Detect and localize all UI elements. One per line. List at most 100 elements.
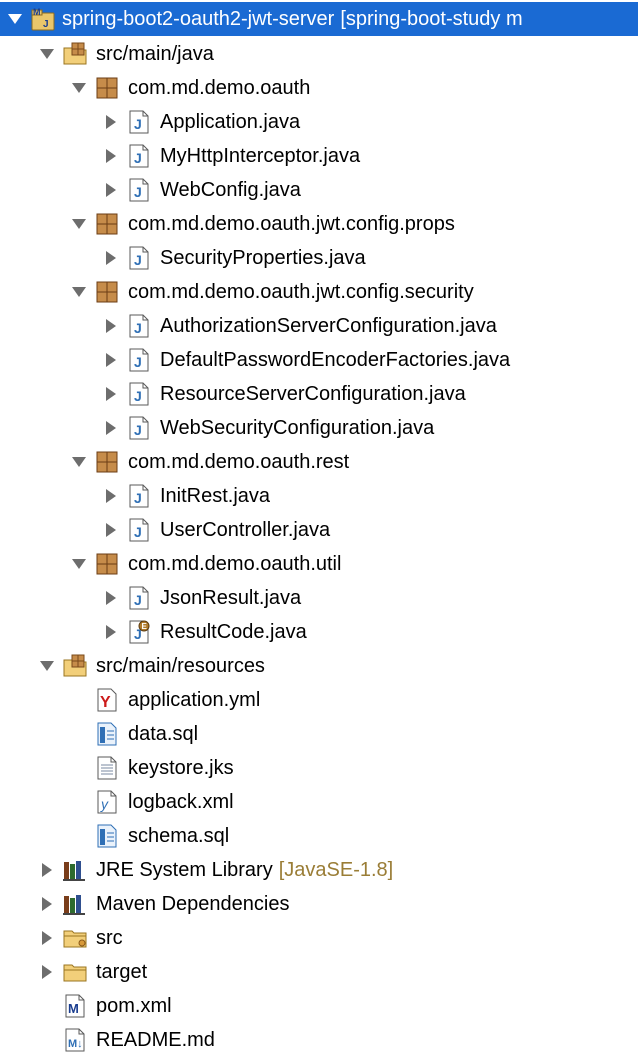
tree-item-resource-file[interactable]: keystore.jks (0, 751, 638, 785)
tree-item-readme-file[interactable]: M↓ README.md (0, 1023, 638, 1057)
collapsed-arrow-icon[interactable] (38, 963, 56, 981)
tree-label: ResultCode.java (160, 621, 307, 643)
svg-text:J: J (134, 592, 142, 608)
collapsed-arrow-icon[interactable] (102, 521, 120, 539)
collapsed-arrow-icon[interactable] (102, 147, 120, 165)
svg-text:J: J (134, 116, 142, 132)
package-icon (94, 210, 120, 238)
tree-item-resource-file[interactable]: y logback.xml (0, 785, 638, 819)
package-icon (94, 74, 120, 102)
expanded-arrow-icon[interactable] (70, 283, 88, 301)
tree-label: src/main/java (96, 43, 214, 65)
tree-label: WebConfig.java (160, 179, 301, 201)
expanded-arrow-icon[interactable] (70, 215, 88, 233)
collapsed-arrow-icon[interactable] (102, 181, 120, 199)
java-file-icon: J (126, 244, 152, 272)
expanded-arrow-icon[interactable] (70, 555, 88, 573)
package-icon (94, 550, 120, 578)
maven-project-icon: M J (30, 5, 56, 33)
tree-item-resource-file[interactable]: Y application.yml (0, 683, 638, 717)
yaml-file-icon: Y (94, 686, 120, 714)
tree-item-project[interactable]: M J spring-boot2-oauth2-jwt-server [sprin… (0, 2, 638, 36)
java-file-icon: J (126, 108, 152, 136)
collapsed-arrow-icon[interactable] (38, 861, 56, 879)
collapsed-arrow-icon[interactable] (38, 895, 56, 913)
collapsed-arrow-icon[interactable] (102, 317, 120, 335)
svg-text:J: J (134, 252, 142, 268)
svg-text:J: J (134, 354, 142, 370)
expanded-arrow-icon[interactable] (70, 79, 88, 97)
tree-label: keystore.jks (128, 757, 234, 779)
java-file-icon: J (126, 516, 152, 544)
tree-label: logback.xml (128, 791, 234, 813)
project-explorer-tree: M J spring-boot2-oauth2-jwt-server [sprin… (0, 0, 638, 1056)
tree-item-jre-library[interactable]: JRE System Library [JavaSE-1.8] (0, 853, 638, 887)
collapsed-arrow-icon[interactable] (102, 623, 120, 641)
collapsed-arrow-icon[interactable] (102, 113, 120, 131)
java-enum-file-icon: J E (126, 618, 152, 646)
java-file-icon: J (126, 142, 152, 170)
tree-item-resource-file[interactable]: schema.sql (0, 819, 638, 853)
tree-item-java-file[interactable]: J WebSecurityConfiguration.java (0, 411, 638, 445)
svg-text:E: E (142, 622, 148, 631)
collapsed-arrow-icon[interactable] (102, 589, 120, 607)
tree-item-maven-dependencies[interactable]: Maven Dependencies (0, 887, 638, 921)
tree-label: com.md.demo.oauth.jwt.config.props (128, 213, 455, 235)
tree-item-src-main-resources[interactable]: src/main/resources (0, 649, 638, 683)
collapsed-arrow-icon[interactable] (102, 385, 120, 403)
svg-text:J: J (134, 150, 142, 166)
collapsed-arrow-icon[interactable] (102, 249, 120, 267)
tree-item-pom-file[interactable]: M pom.xml (0, 989, 638, 1023)
tree-item-resource-file[interactable]: data.sql (0, 717, 638, 751)
svg-text:M↓: M↓ (68, 1038, 83, 1050)
tree-item-java-file[interactable]: J ResourceServerConfiguration.java (0, 377, 638, 411)
tree-item-package[interactable]: com.md.demo.oauth.rest (0, 445, 638, 479)
tree-label: UserController.java (160, 519, 331, 541)
source-folder-icon (62, 40, 88, 68)
expanded-arrow-icon[interactable] (70, 453, 88, 471)
tree-item-java-file[interactable]: J E ResultCode.java (0, 615, 638, 649)
tree-item-java-file[interactable]: J DefaultPasswordEncoderFactories.java (0, 343, 638, 377)
svg-text:y: y (100, 796, 109, 812)
tree-item-package[interactable]: com.md.demo.oauth.jwt.config.security (0, 275, 638, 309)
tree-label: data.sql (128, 723, 199, 745)
tree-item-package[interactable]: com.md.demo.oauth.jwt.config.props (0, 207, 638, 241)
expanded-arrow-icon[interactable] (38, 657, 56, 675)
tree-item-target-folder[interactable]: target (0, 955, 638, 989)
tree-item-java-file[interactable]: J InitRest.java (0, 479, 638, 513)
tree-item-java-file[interactable]: J UserController.java (0, 513, 638, 547)
tree-item-java-file[interactable]: J AuthorizationServerConfiguration.java (0, 309, 638, 343)
svg-text:J: J (134, 388, 142, 404)
tree-item-src-folder[interactable]: src (0, 921, 638, 955)
tree-label: Application.java (160, 111, 301, 133)
tree-item-package[interactable]: com.md.demo.oauth (0, 71, 638, 105)
tree-item-java-file[interactable]: J JsonResult.java (0, 581, 638, 615)
tree-label: DefaultPasswordEncoderFactories.java (160, 349, 511, 371)
collapsed-arrow-icon[interactable] (102, 487, 120, 505)
markdown-file-icon: M↓ (62, 1026, 88, 1054)
expanded-arrow-icon[interactable] (6, 10, 24, 28)
tree-label: SecurityProperties.java (160, 247, 366, 269)
tree-item-src-main-java[interactable]: src/main/java (0, 37, 638, 71)
library-icon (62, 856, 88, 884)
tree-item-java-file[interactable]: J Application.java (0, 105, 638, 139)
collapsed-arrow-icon[interactable] (102, 419, 120, 437)
tree-label: InitRest.java (160, 485, 271, 507)
tree-item-package[interactable]: com.md.demo.oauth.util (0, 547, 638, 581)
collapsed-arrow-icon[interactable] (38, 929, 56, 947)
tree-item-java-file[interactable]: J MyHttpInterceptor.java (0, 139, 638, 173)
tree-label: com.md.demo.oauth.util (128, 553, 342, 575)
expanded-arrow-icon[interactable] (38, 45, 56, 63)
jre-label: JRE System Library (96, 859, 273, 881)
tree-label: src (96, 927, 123, 949)
collapsed-arrow-icon[interactable] (102, 351, 120, 369)
tree-item-java-file[interactable]: J WebConfig.java (0, 173, 638, 207)
sql-file-icon (94, 720, 120, 748)
library-icon (62, 890, 88, 918)
tree-label: JsonResult.java (160, 587, 302, 609)
tree-label: MyHttpInterceptor.java (160, 145, 361, 167)
tree-item-java-file[interactable]: J SecurityProperties.java (0, 241, 638, 275)
sql-file-icon (94, 822, 120, 850)
java-file-icon: J (126, 380, 152, 408)
folder-icon (62, 924, 88, 952)
